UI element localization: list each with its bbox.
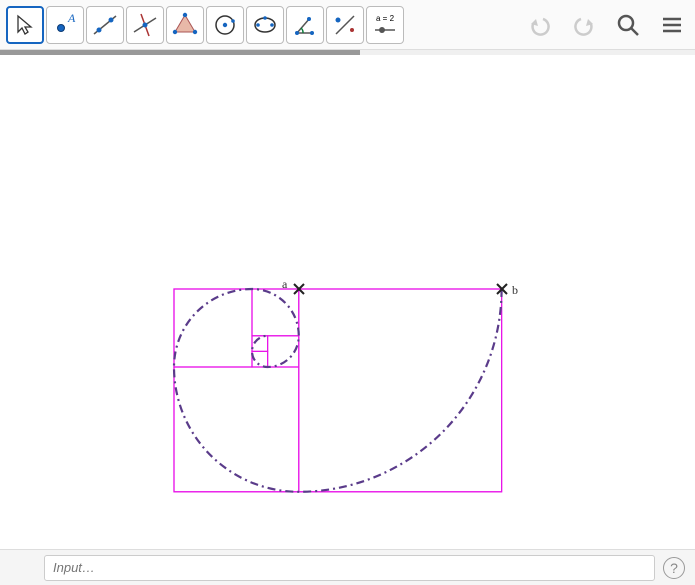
tool-angle[interactable] <box>286 6 324 44</box>
tool-reflect[interactable] <box>326 6 364 44</box>
help-button[interactable]: ? <box>663 557 685 579</box>
point-a-label: a <box>282 277 287 292</box>
fibonacci-rectangles <box>174 289 502 492</box>
tool-slider[interactable]: a = 2 <box>366 6 404 44</box>
toolbar: A a = 2 <box>0 0 695 50</box>
tool-group: A a = 2 <box>6 6 404 44</box>
tool-line[interactable] <box>86 6 124 44</box>
tool-point[interactable]: A <box>46 6 84 44</box>
slider-label: a = 2 <box>376 14 395 23</box>
input-bar: ? <box>0 549 695 585</box>
tool-polygon[interactable] <box>166 6 204 44</box>
tool-ellipse[interactable] <box>246 6 284 44</box>
point-b-label: b <box>512 283 518 298</box>
search-button[interactable] <box>611 8 645 42</box>
tool-circle[interactable] <box>206 6 244 44</box>
menu-button[interactable] <box>655 8 689 42</box>
tool-perpendicular[interactable] <box>126 6 164 44</box>
tool-move[interactable] <box>6 6 44 44</box>
golden-spiral <box>174 289 502 492</box>
svg-text:A: A <box>67 11 76 25</box>
redo-button[interactable] <box>567 8 601 42</box>
command-input[interactable] <box>44 555 655 581</box>
right-controls <box>523 8 689 42</box>
undo-button[interactable] <box>523 8 557 42</box>
construction-svg <box>0 55 695 549</box>
graphics-canvas[interactable]: a b <box>0 55 695 549</box>
